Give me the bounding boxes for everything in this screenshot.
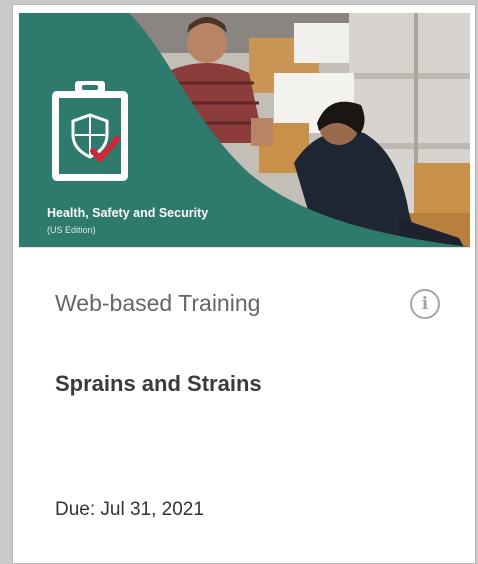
info-glyph: i [421,294,429,314]
banner-title: Health, Safety and Security [47,206,209,220]
banner-subtitle: (US Edition) [47,225,96,235]
clipboard-shield-check-icon [52,81,128,181]
info-icon[interactable]: i [410,289,440,319]
course-title[interactable]: Sprains and Strains [55,371,262,397]
due-date: Due: Jul 31, 2021 [55,499,204,520]
course-card[interactable]: Health, Safety and Security (US Edition)… [12,4,476,564]
divider [19,247,470,248]
course-banner-image[interactable]: Health, Safety and Security (US Edition) [19,13,470,247]
training-type-label: Web-based Training [55,290,261,316]
